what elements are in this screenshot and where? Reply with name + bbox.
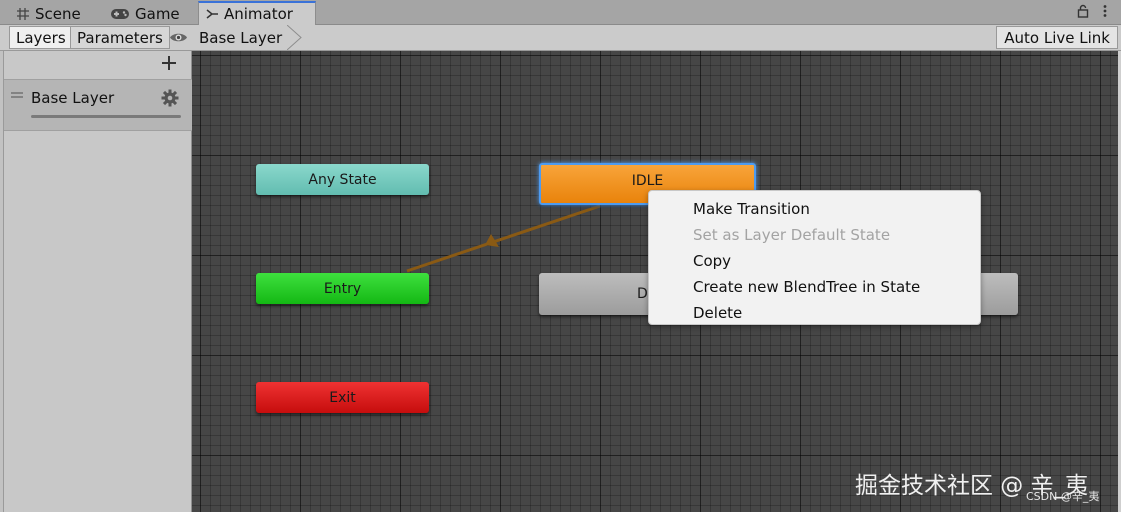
menu-make-transition[interactable]: Make Transition bbox=[649, 196, 980, 222]
context-menu: Make Transition Set as Layer Default Sta… bbox=[648, 190, 981, 325]
menu-item-label: Copy bbox=[693, 252, 732, 270]
parameters-tab-label: Parameters bbox=[77, 28, 163, 47]
breadcrumb-arrow-icon bbox=[287, 25, 302, 50]
animator-toolbar: Layers Parameters Base Layer Auto Live L… bbox=[0, 25, 1121, 51]
menu-item-label: Create new BlendTree in State bbox=[693, 278, 921, 296]
window-controls bbox=[1077, 4, 1107, 18]
gamepad-icon bbox=[111, 8, 129, 19]
grid-icon bbox=[17, 7, 29, 20]
tab-animator[interactable]: Animator bbox=[198, 1, 316, 25]
tab-label: Scene bbox=[35, 4, 81, 23]
lock-icon[interactable] bbox=[1077, 4, 1089, 18]
tab-scene[interactable]: Scene bbox=[10, 2, 87, 25]
add-layer-icon[interactable] bbox=[159, 53, 179, 73]
state-label: D bbox=[637, 286, 648, 302]
layers-tab-button[interactable]: Layers bbox=[9, 26, 73, 49]
parameters-tab-button[interactable]: Parameters bbox=[70, 26, 170, 49]
drag-handle-icon[interactable] bbox=[11, 92, 23, 99]
layer-item[interactable]: Base Layer bbox=[4, 79, 192, 131]
animator-icon bbox=[206, 9, 218, 19]
tab-game[interactable]: Game bbox=[104, 2, 186, 25]
layer-weight-slider[interactable] bbox=[31, 115, 181, 118]
auto-live-link-toggle[interactable]: Auto Live Link bbox=[996, 26, 1118, 49]
breadcrumb[interactable]: Base Layer bbox=[192, 25, 282, 50]
state-entry[interactable]: Entry bbox=[256, 273, 429, 304]
menu-item-label: Set as Layer Default State bbox=[693, 226, 891, 244]
eye-icon[interactable] bbox=[169, 31, 188, 44]
state-label: Any State bbox=[308, 171, 377, 188]
watermark-small: CSDN @辛_夷 bbox=[1026, 490, 1100, 503]
state-label: IDLE bbox=[631, 173, 664, 189]
breadcrumb-base-layer: Base Layer bbox=[199, 28, 283, 47]
auto-live-link-label: Auto Live Link bbox=[1004, 28, 1110, 47]
state-exit[interactable]: Exit bbox=[256, 382, 429, 413]
tab-bar: Scene Game Animator bbox=[0, 0, 1121, 25]
tab-label: Game bbox=[135, 4, 180, 23]
state-label: Entry bbox=[323, 280, 362, 297]
menu-set-default-state: Set as Layer Default State bbox=[649, 222, 980, 248]
menu-create-blendtree[interactable]: Create new BlendTree in State bbox=[649, 274, 980, 300]
menu-item-label: Delete bbox=[693, 304, 743, 322]
layers-tab-label: Layers bbox=[16, 28, 66, 47]
menu-delete[interactable]: Delete bbox=[649, 300, 980, 326]
tab-label: Animator bbox=[224, 5, 293, 23]
menu-copy[interactable]: Copy bbox=[649, 248, 980, 274]
layer-name: Base Layer bbox=[31, 89, 115, 107]
gear-icon[interactable] bbox=[161, 89, 179, 107]
layers-panel: Base Layer bbox=[3, 51, 192, 512]
state-label: Exit bbox=[329, 389, 356, 406]
state-any-state[interactable]: Any State bbox=[256, 164, 429, 195]
menu-item-label: Make Transition bbox=[693, 200, 810, 218]
more-options-icon[interactable] bbox=[1103, 4, 1107, 18]
